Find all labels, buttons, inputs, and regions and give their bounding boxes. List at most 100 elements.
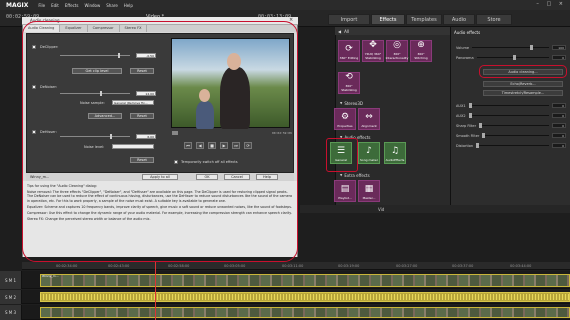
dropdown-value: All <box>344 28 350 34</box>
track-head-2[interactable]: S M 2 <box>0 290 22 304</box>
tile-properties[interactable]: ⚙ Properties <box>334 108 356 130</box>
slider-track[interactable] <box>472 45 549 50</box>
video-clip[interactable] <box>40 274 570 287</box>
highlight-audio-cleaning <box>479 65 567 78</box>
menu-file[interactable]: File <box>38 3 45 8</box>
360-icon: ⟳ <box>345 44 353 54</box>
category-extra-effects[interactable]: ▼ Extra effects <box>340 172 370 178</box>
aux2-slider[interactable]: AUX2 0 <box>456 112 566 119</box>
music-note-icon: ♪ <box>366 146 372 156</box>
track-head-3[interactable]: S M 3 <box>0 305 22 320</box>
ruler-tick: 00:03:37:00 <box>452 264 474 268</box>
tile-360-stitching[interactable]: ⊕ 360° Stitching <box>410 40 432 62</box>
tile-360-interaction[interactable]: ◎ 360° Interactionality <box>386 40 408 62</box>
slider-value[interactable]: 0 <box>552 55 566 60</box>
tile-label: Alignment <box>361 124 377 128</box>
ruler-tick: 00:03:19:00 <box>338 264 360 268</box>
slider-value[interactable]: 0 <box>552 123 566 128</box>
slider-label: Volume <box>456 45 470 50</box>
slider-value[interactable]: 0 <box>552 103 566 108</box>
tile-label: Properties <box>337 124 353 128</box>
track-head-1[interactable]: S M 1 <box>0 271 22 289</box>
tile-playlist[interactable]: ▤ Playlist... <box>334 180 356 202</box>
slider-knob[interactable] <box>482 133 486 138</box>
stabilize2-icon: ⟲ <box>345 72 353 82</box>
highlight-general <box>326 138 358 172</box>
slider-knob[interactable] <box>468 113 472 118</box>
zoom-label: Vid <box>378 207 385 212</box>
tab-effects[interactable]: Effects <box>371 14 405 25</box>
volume-slider[interactable]: Volume 100 <box>456 44 566 51</box>
slider-label: Smooth Filter <box>456 133 480 138</box>
tab-templates[interactable]: Templates <box>406 14 442 25</box>
ruler-tick: 00:03:27:00 <box>396 264 418 268</box>
slider-value[interactable]: 0 <box>552 143 566 148</box>
tab-import[interactable]: Import <box>328 14 370 25</box>
video-clip-2[interactable] <box>40 307 570 318</box>
media-pool-dropdown[interactable]: ◀ All <box>335 27 450 35</box>
stitch-icon: ⊕ <box>417 40 425 50</box>
tile-master[interactable]: ▦ Master... <box>358 180 380 202</box>
tile-label: AudioEffects <box>385 158 405 162</box>
tile-360-editing[interactable]: ⟳ 360° Editing <box>338 40 360 62</box>
slider-label: Distortion <box>456 143 474 148</box>
menu-help[interactable]: Help <box>124 3 133 8</box>
slider-track[interactable] <box>476 143 549 148</box>
slider-knob[interactable] <box>479 123 483 128</box>
tile-label: Song maker <box>360 158 378 162</box>
aux1-slider[interactable]: AUX1 0 <box>456 102 566 109</box>
ruler-tick: 00:03:11:00 <box>282 264 304 268</box>
magix-logo: MAGIX <box>6 1 29 9</box>
slider-label: Sharp Filter <box>456 123 477 128</box>
tab-audio[interactable]: Audio <box>443 14 475 25</box>
slider-track[interactable] <box>468 103 549 108</box>
clip-label: Winny_m... <box>42 274 59 278</box>
tile-song-maker[interactable]: ♪ Song maker <box>358 142 380 164</box>
audio-waveform <box>40 294 570 300</box>
playlist-icon: ▤ <box>340 184 350 194</box>
collapse-triangle-icon: ▼ <box>340 173 343 177</box>
slider-knob[interactable] <box>512 55 516 60</box>
echo-reverb-button[interactable]: Echo/Reverb... <box>483 81 563 87</box>
tile-label: 360° Stabilizing <box>341 84 357 92</box>
playhead[interactable] <box>155 262 156 320</box>
menu-share[interactable]: Share <box>106 3 118 8</box>
slider-value[interactable]: 0 <box>552 113 566 118</box>
tile-audio-effects[interactable]: ♫ AudioEffects <box>384 142 406 164</box>
sharp-filter-slider[interactable]: Sharp Filter 0 <box>456 122 566 129</box>
slider-track[interactable] <box>479 123 549 128</box>
smooth-filter-slider[interactable]: Smooth Filter 0 <box>456 132 566 139</box>
slider-track[interactable] <box>468 113 549 118</box>
slider-value[interactable]: 0 <box>552 133 566 138</box>
menu-edit[interactable]: Edit <box>51 3 59 8</box>
tile-label: 360° Editing <box>339 56 359 60</box>
audio-effects-icon: ♫ <box>390 146 400 156</box>
alignment-icon: ⇔ <box>365 112 373 122</box>
window-controls[interactable]: – □ × <box>536 1 566 7</box>
tile-360-stabilizing[interactable]: ⟲ 360° Stabilizing <box>338 72 360 94</box>
category-label: Stereo3D <box>344 100 363 106</box>
menu-window[interactable]: Window <box>84 3 100 8</box>
category-stereo3d[interactable]: ▼ Stereo3D <box>340 100 363 106</box>
slider-knob[interactable] <box>476 143 480 148</box>
slider-knob[interactable] <box>529 45 533 50</box>
tab-store[interactable]: Store <box>476 14 512 25</box>
slider-track[interactable] <box>476 55 549 60</box>
category-label: Extra effects <box>344 172 370 178</box>
slider-label: Panorama <box>456 55 474 60</box>
slider-value[interactable]: 100 <box>552 45 566 50</box>
timestretch-button[interactable]: Timestretch/Resample... <box>483 90 563 96</box>
tile-label: YKUQ 360° Stabilizing <box>364 52 382 60</box>
tile-360-stab[interactable]: ✥ YKUQ 360° Stabilizing <box>362 40 384 62</box>
back-arrow-icon[interactable]: ◀ <box>338 29 341 34</box>
slider-label: AUX2 <box>456 113 466 118</box>
distortion-slider[interactable]: Distortion 0 <box>456 142 566 149</box>
panorama-slider[interactable]: Panorama 0 <box>456 54 566 61</box>
slider-track[interactable] <box>482 133 549 138</box>
ruler-tick: 00:02:34:00 <box>56 264 78 268</box>
master-icon: ▦ <box>364 184 374 194</box>
interaction-icon: ◎ <box>393 40 401 50</box>
menu-effects[interactable]: Effects <box>65 3 79 8</box>
slider-knob[interactable] <box>468 103 472 108</box>
tile-alignment[interactable]: ⇔ Alignment <box>358 108 380 130</box>
